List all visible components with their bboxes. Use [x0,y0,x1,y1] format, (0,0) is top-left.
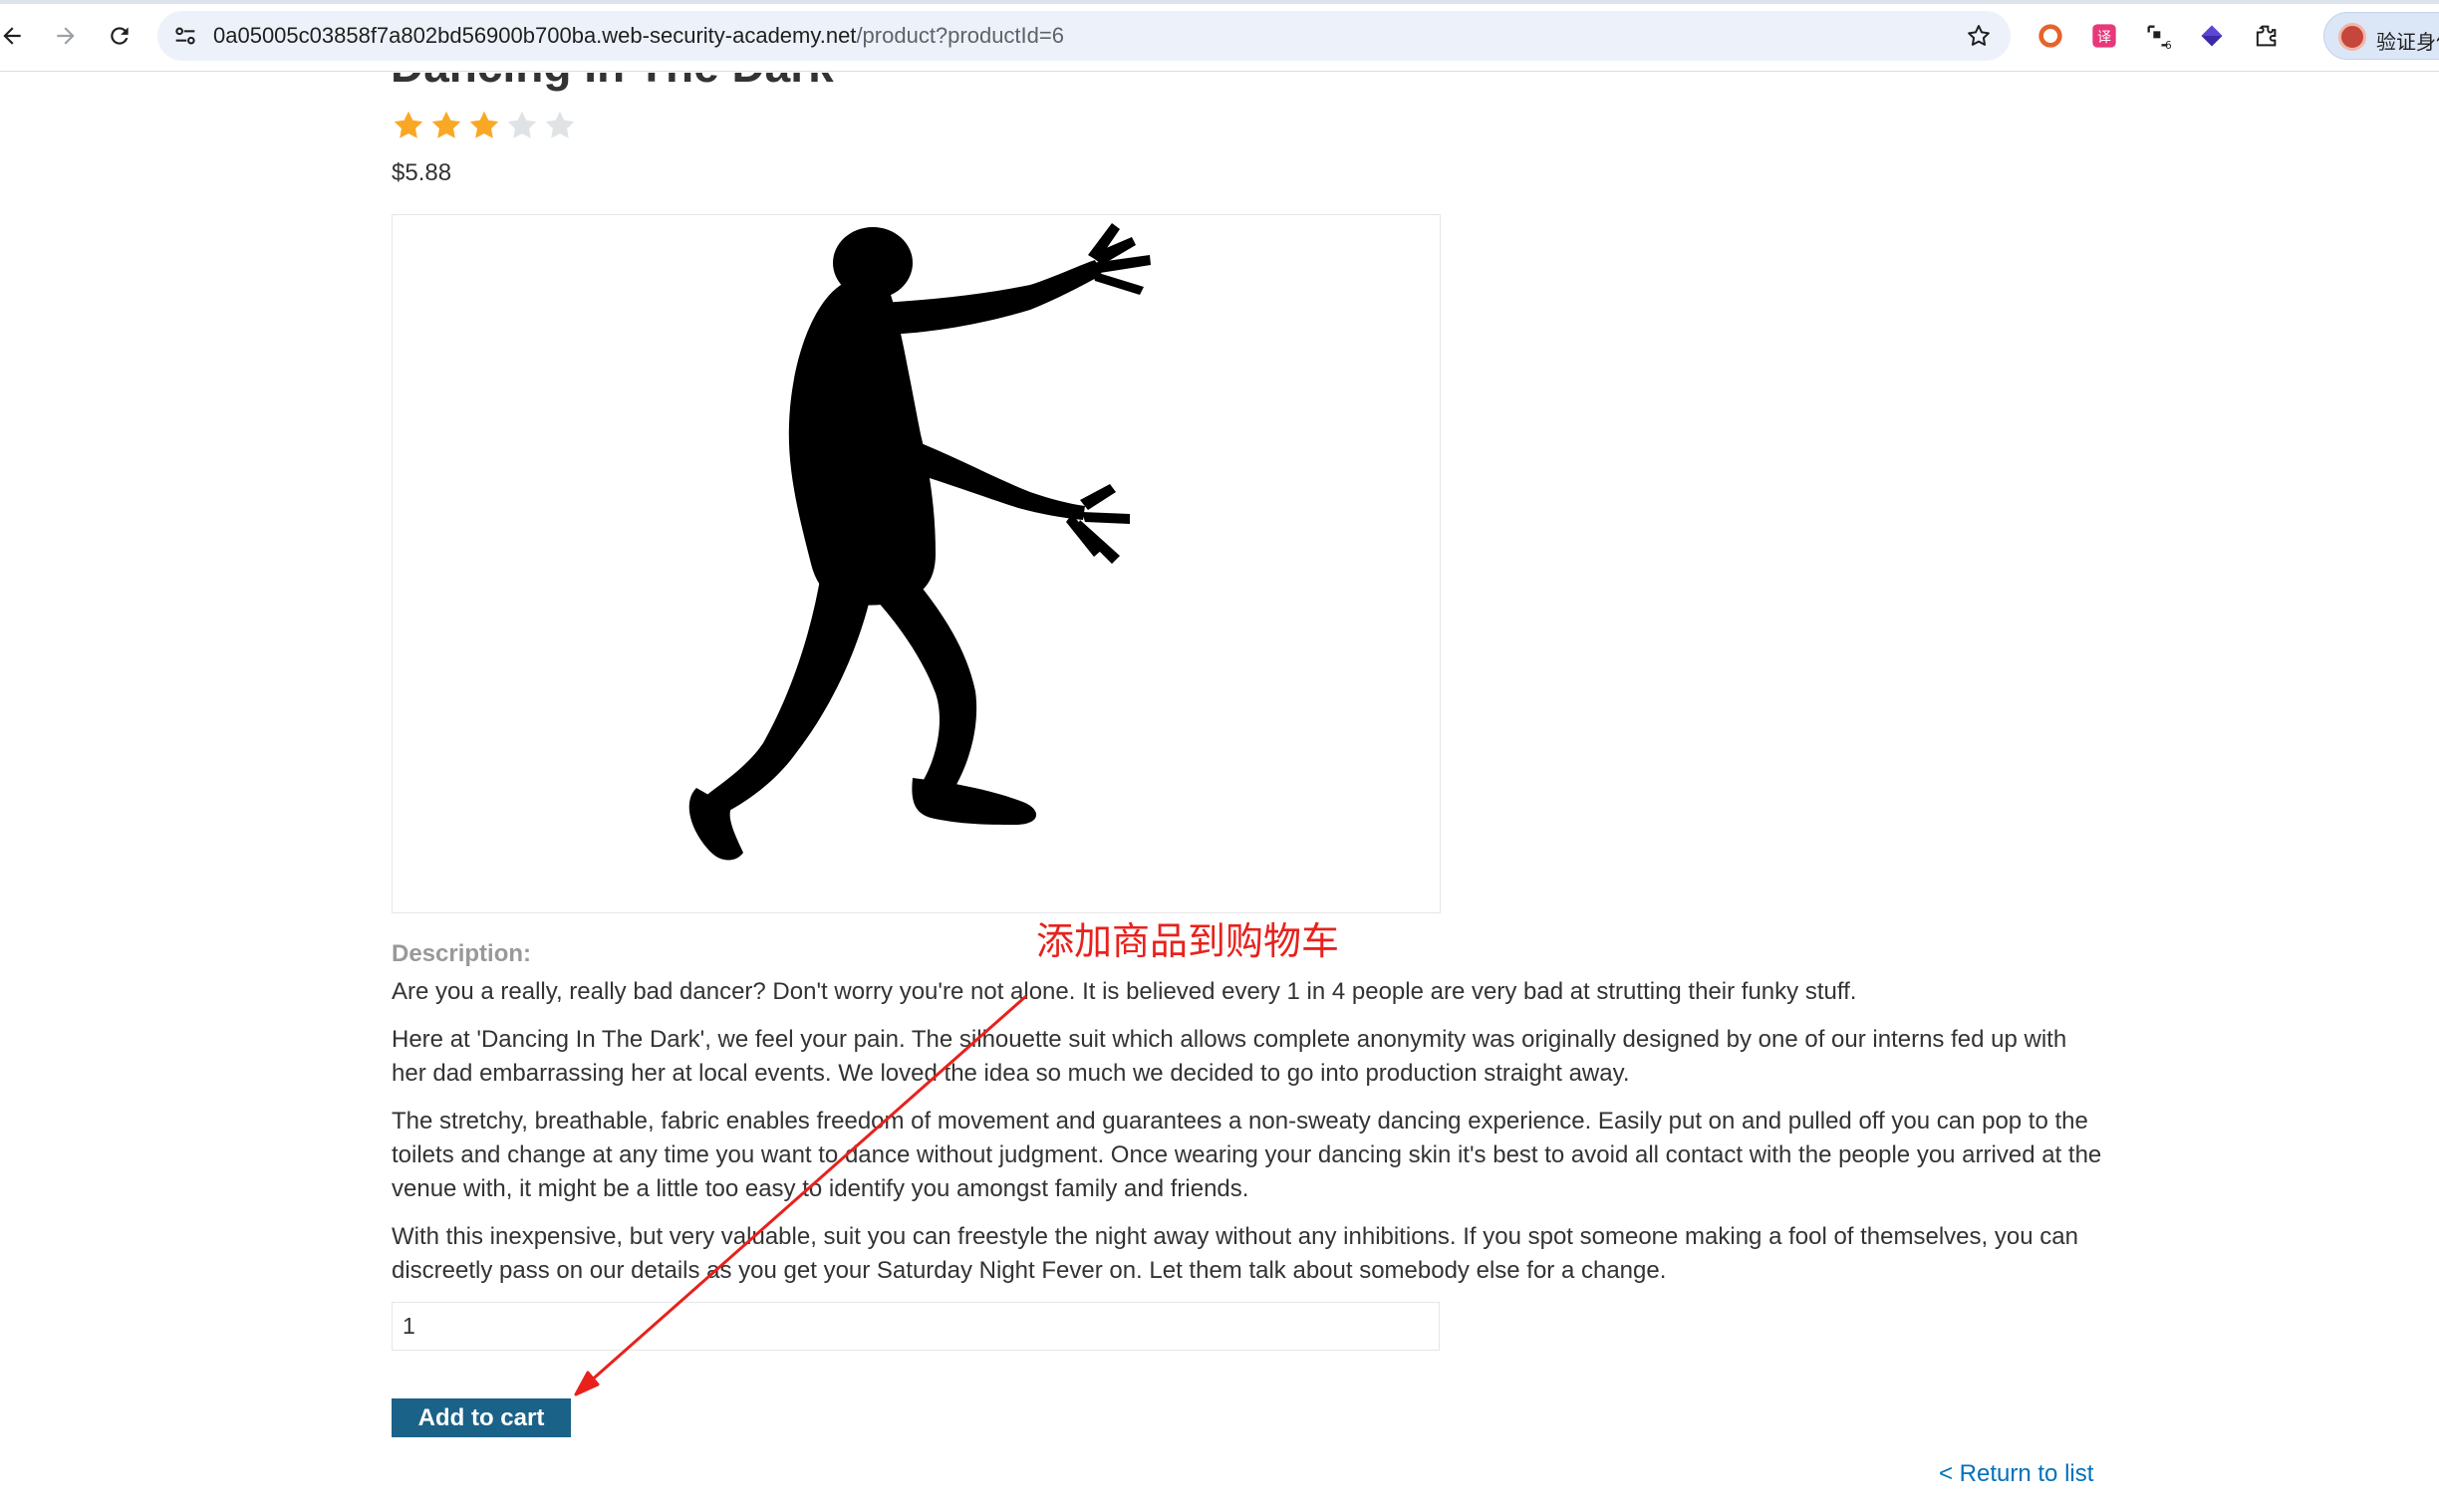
tab-strip-edge [0,0,2439,4]
description-paragraph-2: Here at 'Dancing In The Dark', we feel y… [392,1026,2067,1087]
description-label: Description: [392,940,532,967]
page-title: Dancing In The Dark [391,73,834,93]
extension-record-icon[interactable] [2034,20,2066,52]
star-filled-icon [469,111,499,138]
reload-button[interactable] [102,18,137,54]
address-bar[interactable]: 0a05005c03858f7a802bd56900b700ba.web-sec… [157,11,2011,61]
avatar [2338,23,2366,51]
star-filled-icon [394,111,423,138]
add-to-cart-button[interactable]: Add to cart [392,1398,571,1437]
site-info-icon[interactable] [171,22,199,50]
annotation-label: 添加商品到购物车 [1036,919,1340,963]
return-to-list-link[interactable]: < Return to list [1939,1460,2093,1488]
forward-button[interactable] [48,18,84,54]
bookmark-star-icon[interactable] [1965,22,1993,50]
url-path: /product?productId=6 [856,23,1064,48]
extension-diamond-icon[interactable] [2196,20,2228,52]
star-filled-icon [431,111,461,138]
star-empty-icon [507,111,537,138]
page-title-container: Dancing In The Dark [391,73,1287,93]
quantity-input[interactable] [392,1302,1440,1351]
back-button[interactable] [0,18,30,54]
description-paragraph-3: The stretchy, breathable, fabric enables… [392,1108,2102,1202]
browser-toolbar: 0a05005c03858f7a802bd56900b700ba.web-sec… [0,0,2439,72]
star-empty-icon [545,111,575,138]
extension-translate-icon[interactable]: 译 [2088,20,2120,52]
product-price: $5.88 [392,159,452,186]
description-paragraph-4: With this inexpensive, but very valuable… [392,1223,2078,1284]
url-host: 0a05005c03858f7a802bd56900b700ba.web-sec… [213,23,857,48]
extensions-puzzle-icon[interactable] [2250,20,2282,52]
star-rating [391,108,578,143]
product-image [392,214,1441,913]
reload-icon [111,27,129,45]
profile-chip[interactable]: 验证身份 [2323,12,2439,60]
url-text[interactable]: 0a05005c03858f7a802bd56900b700ba.web-sec… [213,23,1064,49]
profile-label: 验证身份 [2376,32,2439,54]
svg-text:6: 6 [2165,40,2172,50]
arrow-left-icon [3,27,21,45]
extension-capture-icon[interactable]: 6 [2142,20,2174,52]
arrow-right-icon [57,27,75,45]
svg-text:译: 译 [2097,30,2111,46]
description-paragraph-1: Are you a really, really bad dancer? Don… [392,978,1857,1005]
dancer-silhouette-image [688,223,1151,861]
